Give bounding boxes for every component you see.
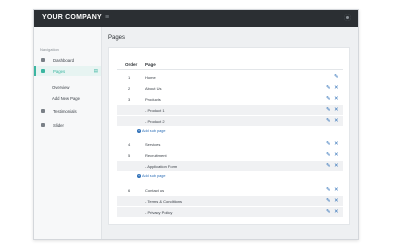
- delete-icon[interactable]: ✕: [334, 209, 340, 215]
- sidebar-item-dashboard[interactable]: Dashboard: [34, 55, 101, 65]
- row-page: - Application Form: [145, 164, 178, 169]
- row-order: 1: [128, 75, 131, 80]
- delete-icon[interactable]: ✕: [334, 85, 340, 91]
- delete-icon[interactable]: ✕: [334, 187, 340, 193]
- row-actions: ✎ ✕: [326, 118, 340, 124]
- sidebar-item-label: Slider: [53, 122, 64, 128]
- sidebar-subitem-overview[interactable]: Overview: [52, 85, 69, 90]
- plus-icon: +: [137, 174, 141, 178]
- table-row: - Terms & Conditions ✎ ✕: [117, 196, 343, 206]
- table-row: 2 About Us ✎ ✕: [117, 83, 343, 93]
- column-header-page: Page: [145, 62, 156, 67]
- delete-icon[interactable]: ✕: [334, 152, 340, 158]
- sidebar-subitem-add-new-page[interactable]: Add New Page: [52, 96, 80, 101]
- row-actions: ✎ ✕: [326, 152, 340, 158]
- row-actions: ✎ ✕: [326, 187, 340, 193]
- edit-icon[interactable]: ✎: [326, 187, 332, 193]
- slider-icon: [41, 123, 45, 127]
- row-page: - Product 2: [145, 119, 165, 124]
- table-row: 4 Services ✎ ✕: [117, 139, 343, 149]
- row-page: Home: [145, 75, 156, 80]
- sidebar-item-pages[interactable]: Pages ▤: [34, 66, 101, 76]
- plus-icon: +: [137, 129, 141, 133]
- row-page: Products: [145, 97, 161, 102]
- row-actions: ✎ ✕: [326, 209, 340, 215]
- dashboard-icon: [41, 58, 45, 62]
- row-page: Services: [145, 142, 161, 147]
- table-row: - Product 1 ✎ ✕: [117, 105, 343, 115]
- top-bar: YOUR COMPANY ≡: [34, 10, 358, 27]
- edit-icon[interactable]: ✎: [326, 209, 332, 215]
- edit-icon[interactable]: ✎: [326, 152, 332, 158]
- sidebar-item-label: Dashboard: [53, 57, 75, 63]
- table-row: 1 Home ✎: [117, 72, 343, 82]
- hamburger-icon[interactable]: ≡: [105, 14, 109, 21]
- row-page: - Product 1: [145, 108, 165, 113]
- row-page: - Privacy Policy: [145, 210, 173, 215]
- nav-heading: Navigation: [40, 47, 59, 52]
- sidebar-item-testimonials[interactable]: Testimonials: [34, 106, 101, 116]
- edit-icon[interactable]: ✎: [326, 118, 332, 124]
- add-sub-page-label: Add sub page: [142, 174, 166, 178]
- edit-icon[interactable]: ✎: [326, 163, 332, 169]
- table-row: 5 Recruitment ✎ ✕: [117, 150, 343, 160]
- row-actions: ✎: [326, 74, 340, 80]
- edit-icon[interactable]: ✎: [326, 198, 332, 204]
- delete-icon[interactable]: ✕: [334, 141, 340, 147]
- row-order: 6: [128, 188, 131, 193]
- header-divider: [117, 69, 343, 70]
- edit-icon[interactable]: ✎: [334, 74, 340, 80]
- add-sub-page-label: Add sub page: [142, 129, 166, 133]
- add-sub-page-link[interactable]: + Add sub page: [137, 129, 165, 133]
- sidebar-item-slider[interactable]: Slider: [34, 120, 101, 130]
- row-order: 2: [128, 86, 131, 91]
- row-actions: ✎ ✕: [326, 96, 340, 102]
- row-order: 4: [128, 142, 131, 147]
- chevron-icon: ▤: [93, 68, 98, 73]
- table-row: 6 Contact us ✎ ✕: [117, 185, 343, 195]
- pages-table-card: Order Page 1 Home ✎ 2 About Us ✎ ✕ 3 Pro…: [108, 47, 350, 225]
- row-page: Contact us: [145, 188, 165, 193]
- table-row: 3 Products ✎ ✕: [117, 94, 343, 104]
- edit-icon[interactable]: ✎: [326, 141, 332, 147]
- row-actions: ✎ ✕: [326, 198, 340, 204]
- row-order: 5: [128, 153, 131, 158]
- table-row: - Privacy Policy ✎ ✕: [117, 207, 343, 217]
- delete-icon[interactable]: ✕: [334, 163, 340, 169]
- row-actions: ✎ ✕: [326, 141, 340, 147]
- column-header-order: Order: [125, 62, 138, 67]
- row-page: Recruitment: [145, 153, 167, 158]
- edit-icon[interactable]: ✎: [326, 107, 332, 113]
- sidebar-item-label: Testimonials: [53, 108, 77, 114]
- row-page: - Terms & Conditions: [145, 199, 183, 204]
- testimonials-icon: [41, 109, 45, 113]
- sidebar-item-label: Pages: [53, 68, 66, 74]
- row-actions: ✎ ✕: [326, 163, 340, 169]
- sidebar: Navigation Dashboard Pages ▤ Overview Ad…: [34, 27, 102, 239]
- row-actions: ✎ ✕: [326, 107, 340, 113]
- row-page: About Us: [145, 86, 162, 91]
- brand-name: YOUR COMPANY: [42, 14, 102, 21]
- delete-icon[interactable]: ✕: [334, 118, 340, 124]
- delete-icon[interactable]: ✕: [334, 107, 340, 113]
- delete-icon[interactable]: ✕: [334, 96, 340, 102]
- gear-icon[interactable]: [344, 14, 351, 21]
- table-row: - Product 2 ✎ ✕: [117, 116, 343, 126]
- edit-icon[interactable]: ✎: [326, 96, 332, 102]
- app-window: YOUR COMPANY ≡ Navigation Dashboard Page…: [33, 9, 359, 240]
- row-order: 3: [128, 97, 131, 102]
- delete-icon[interactable]: ✕: [334, 198, 340, 204]
- table-row: - Application Form ✎ ✕: [117, 161, 343, 171]
- pages-icon: [41, 69, 45, 73]
- row-actions: ✎ ✕: [326, 85, 340, 91]
- page-title: Pages: [108, 35, 126, 41]
- add-sub-page-link[interactable]: + Add sub page: [137, 174, 165, 178]
- edit-icon[interactable]: ✎: [326, 85, 332, 91]
